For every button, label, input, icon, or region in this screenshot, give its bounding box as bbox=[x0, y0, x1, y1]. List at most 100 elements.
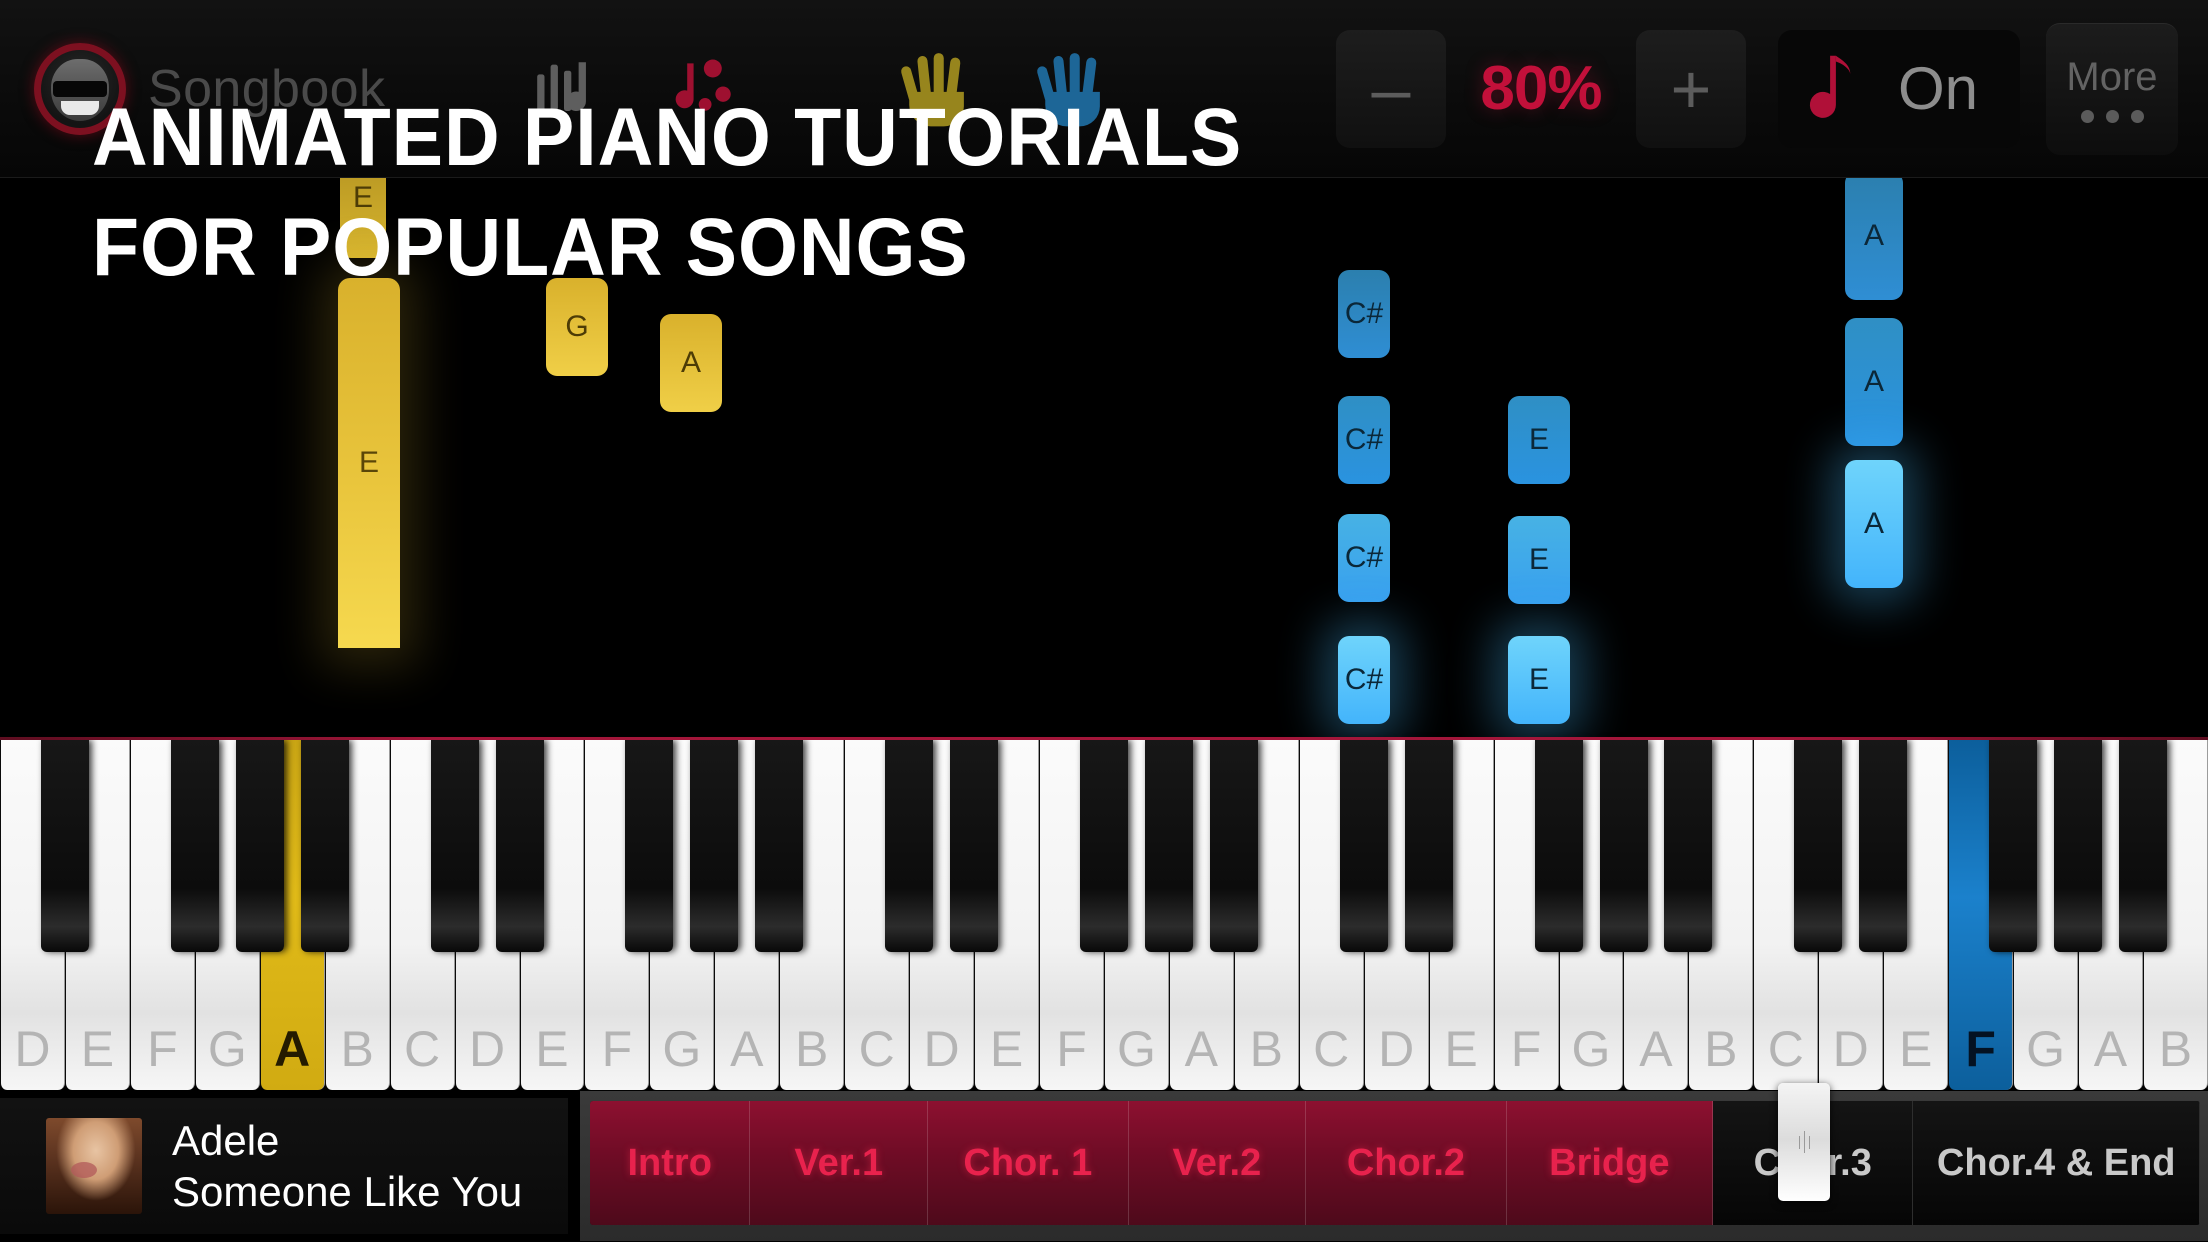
black-key-8[interactable] bbox=[755, 740, 804, 952]
note-block-right: E bbox=[1508, 636, 1570, 724]
note-label: E bbox=[1528, 423, 1549, 456]
tempo-decrease-button[interactable]: – bbox=[1335, 29, 1446, 148]
section-button-ver-1[interactable]: Ver.1 bbox=[750, 1101, 929, 1225]
note-block-right: C# bbox=[1338, 514, 1390, 602]
black-key-2[interactable] bbox=[235, 740, 284, 952]
note-block-right: A bbox=[1845, 318, 1903, 446]
black-key-17[interactable] bbox=[1599, 740, 1648, 952]
white-key-label: F bbox=[1965, 1021, 1996, 1077]
white-key-label: G bbox=[1571, 1021, 1611, 1077]
piano-keyboard[interactable]: DEFGABCDEFGABCDEFGABCDEFGABCDEFGAB bbox=[0, 740, 2208, 1090]
note-label: C# bbox=[1344, 297, 1384, 330]
black-key-12[interactable] bbox=[1144, 740, 1193, 952]
section-label: Bridge bbox=[1549, 1141, 1670, 1184]
tempo-value: 80% bbox=[1480, 54, 1602, 123]
note-block-right: A bbox=[1845, 460, 1903, 588]
black-key-5[interactable] bbox=[495, 740, 544, 952]
section-button-bridge[interactable]: Bridge bbox=[1506, 1101, 1713, 1225]
tempo-increase-button[interactable]: + bbox=[1635, 29, 1746, 148]
black-key-22[interactable] bbox=[2054, 740, 2103, 952]
white-key-label: F bbox=[1510, 1021, 1542, 1077]
black-key-18[interactable] bbox=[1664, 740, 1713, 952]
white-key-label: A bbox=[2093, 1021, 2128, 1077]
more-label: More bbox=[2066, 55, 2158, 99]
white-key-label: C bbox=[1767, 1021, 1804, 1077]
white-key-label: G bbox=[1116, 1021, 1156, 1077]
white-key-label: B bbox=[795, 1021, 829, 1077]
black-key-7[interactable] bbox=[690, 740, 739, 952]
white-key-label: G bbox=[207, 1021, 247, 1077]
promo-line-2: FOR POPULAR SONGS bbox=[92, 202, 969, 294]
promo-overlay: ANIMATED PIANO TUTORIALS FOR POPULAR SON… bbox=[92, 92, 1316, 294]
black-key-13[interactable] bbox=[1209, 740, 1258, 952]
black-key-4[interactable] bbox=[430, 740, 479, 952]
song-title: Someone Like You bbox=[172, 1168, 523, 1215]
album-art bbox=[46, 1118, 142, 1214]
section-label: Chor.2 bbox=[1346, 1141, 1466, 1184]
black-key-11[interactable] bbox=[1080, 740, 1128, 952]
white-key-label: C bbox=[1313, 1021, 1350, 1077]
black-key-16[interactable] bbox=[1534, 740, 1583, 952]
white-key-label: E bbox=[80, 1021, 115, 1077]
note-block-right: C# bbox=[1338, 396, 1390, 484]
black-key-21[interactable] bbox=[1989, 740, 2038, 952]
metronome-control[interactable]: On bbox=[1777, 29, 2020, 148]
white-key-label: C bbox=[404, 1021, 441, 1077]
section-button-ver-2[interactable]: Ver.2 bbox=[1128, 1101, 1307, 1225]
white-key-label: B bbox=[1704, 1021, 1738, 1077]
note-label: A bbox=[1863, 507, 1884, 540]
section-button-chor-1[interactable]: Chor. 1 bbox=[928, 1101, 1129, 1225]
song-sections-bar[interactable]: IntroVer.1Chor. 1Ver.2Chor.2BridgeChor.3… bbox=[580, 1083, 2208, 1241]
white-key-label: F bbox=[1056, 1021, 1087, 1077]
note-label: A bbox=[1863, 365, 1884, 398]
section-label: Ver.2 bbox=[1172, 1141, 1262, 1184]
black-key-0[interactable] bbox=[40, 740, 89, 952]
black-key-1[interactable] bbox=[170, 740, 219, 952]
section-button-intro[interactable]: Intro bbox=[590, 1101, 751, 1225]
black-key-6[interactable] bbox=[625, 740, 674, 952]
white-key-label: B bbox=[1249, 1021, 1283, 1077]
more-button[interactable]: More bbox=[2046, 22, 2178, 155]
note-label: A bbox=[1863, 219, 1884, 252]
white-key-label: B bbox=[2158, 1021, 2193, 1077]
tempo-control: – 80% + bbox=[1335, 29, 1746, 148]
note-label: A bbox=[680, 346, 701, 379]
app-root: Songbook – 80% + On More E E G A C# C# C… bbox=[0, 0, 2208, 1242]
note-label: C# bbox=[1344, 663, 1384, 696]
metronome-state-label: On bbox=[1897, 55, 1978, 122]
black-keys-row bbox=[0, 740, 2208, 952]
white-key-label: D bbox=[1832, 1021, 1869, 1077]
black-key-19[interactable] bbox=[1794, 740, 1843, 952]
more-dots-icon bbox=[2080, 110, 2144, 123]
white-key-label: A bbox=[274, 1021, 311, 1077]
section-button-chor-2[interactable]: Chor.2 bbox=[1306, 1101, 1507, 1225]
note-label: C# bbox=[1344, 541, 1384, 574]
white-key-label: D bbox=[14, 1021, 51, 1077]
white-key-label: D bbox=[923, 1021, 960, 1077]
section-playhead-handle[interactable] bbox=[1778, 1083, 1830, 1201]
black-key-3[interactable] bbox=[300, 740, 349, 952]
promo-line-1: ANIMATED PIANO TUTORIALS bbox=[92, 92, 1243, 183]
section-label: Chor.4 & End bbox=[1936, 1141, 2176, 1184]
song-sections-track[interactable]: IntroVer.1Chor. 1Ver.2Chor.2BridgeChor.3… bbox=[590, 1101, 2200, 1225]
now-playing-panel[interactable]: Adele Someone Like You bbox=[0, 1098, 568, 1234]
white-key-label: G bbox=[2026, 1021, 2065, 1077]
black-key-15[interactable] bbox=[1404, 740, 1453, 952]
black-key-9[interactable] bbox=[885, 740, 934, 952]
white-key-label: D bbox=[1378, 1021, 1415, 1077]
black-key-10[interactable] bbox=[950, 740, 999, 952]
white-key-label: G bbox=[662, 1021, 702, 1077]
black-key-23[interactable] bbox=[2119, 740, 2168, 952]
white-key-label: E bbox=[1898, 1021, 1933, 1077]
white-key-label: E bbox=[1444, 1021, 1478, 1077]
note-block-left: A bbox=[660, 314, 722, 412]
note-label: G bbox=[565, 310, 589, 343]
sustained-note-left: E bbox=[338, 278, 400, 648]
black-key-14[interactable] bbox=[1339, 740, 1388, 952]
black-key-20[interactable] bbox=[1859, 740, 1908, 952]
note-block-right: C# bbox=[1338, 270, 1390, 358]
white-key-label: A bbox=[1639, 1021, 1673, 1077]
white-key-label: E bbox=[535, 1021, 569, 1077]
song-meta: Adele Someone Like You bbox=[172, 1117, 522, 1215]
section-button-chor-4-end[interactable]: Chor.4 & End bbox=[1913, 1101, 2200, 1225]
